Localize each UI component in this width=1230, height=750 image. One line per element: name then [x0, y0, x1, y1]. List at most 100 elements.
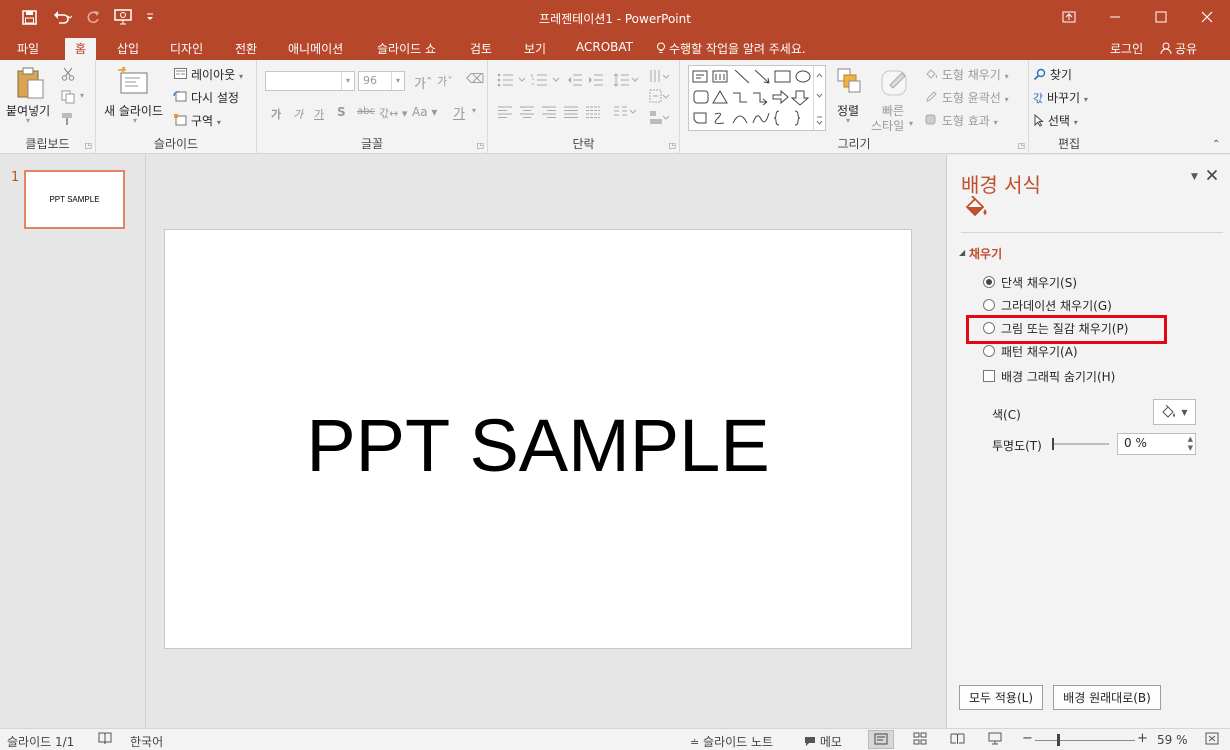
numbering-icon[interactable] [530, 72, 562, 88]
font-color-dropdown-icon[interactable]: ▾ [472, 106, 476, 115]
spell-check-icon[interactable] [98, 732, 112, 748]
reset-button[interactable]: 다시 설정 [191, 89, 239, 106]
font-name-combo[interactable]: ▾ [265, 71, 355, 91]
tab-acrobat[interactable]: ACROBAT [576, 40, 633, 54]
select-button[interactable]: 선택 ▾ [1033, 112, 1078, 129]
section-button[interactable]: 구역 ▾ [191, 112, 221, 129]
fill-section-header[interactable]: ◢ 채우기 [959, 245, 1002, 262]
gradient-fill-radio[interactable] [983, 299, 995, 311]
italic-icon[interactable]: 가 [293, 106, 303, 122]
font-size-combo[interactable]: 96 ▾ [358, 71, 405, 91]
ribbon-display-icon[interactable] [1058, 6, 1080, 28]
shape-fill-button[interactable]: 도형 채우기 ▾ [925, 66, 1009, 83]
slide[interactable]: PPT SAMPLE [164, 229, 912, 649]
shadow-icon[interactable]: S [337, 105, 346, 119]
apply-all-button[interactable]: 모두 적용(L) [959, 685, 1043, 710]
shapes-gallery[interactable] [688, 65, 826, 131]
color-picker-button[interactable]: ▼ [1153, 399, 1196, 425]
transparency-input[interactable]: 0 % ▲ ▼ [1117, 433, 1196, 455]
strikethrough-icon[interactable]: abc [357, 106, 375, 117]
cut-icon[interactable] [60, 66, 76, 82]
change-case-icon[interactable]: Aa ▾ [412, 105, 437, 119]
dialog-launcher-icon[interactable]: ◳ [476, 141, 484, 150]
bold-icon[interactable]: 가 [271, 106, 281, 122]
align-center-icon[interactable] [518, 104, 536, 120]
zoom-in-icon[interactable]: + [1137, 731, 1148, 746]
zoom-out-icon[interactable]: − [1022, 731, 1033, 746]
smartart-icon[interactable] [648, 109, 674, 127]
slide-sorter-icon[interactable] [913, 732, 927, 748]
tab-home[interactable]: 홈 [65, 38, 97, 60]
underline-icon[interactable]: 가 [314, 106, 324, 122]
chevron-down-icon[interactable]: ▾ [341, 72, 354, 90]
fit-to-window-icon[interactable] [1205, 732, 1219, 748]
zoom-level[interactable]: 59 % [1157, 733, 1188, 747]
format-painter-icon[interactable] [60, 111, 76, 127]
zoom-slider[interactable] [1035, 740, 1135, 741]
copy-icon[interactable] [60, 89, 76, 105]
font-color-icon[interactable]: 가 [453, 103, 465, 122]
align-text-icon[interactable] [648, 88, 674, 106]
solid-fill-radio[interactable] [983, 276, 995, 288]
reset-background-button[interactable]: 배경 원래대로(B) [1053, 685, 1161, 710]
replace-button[interactable]: 갃 바꾸기 ▾ [1033, 89, 1088, 106]
line-spacing-icon[interactable] [612, 72, 640, 88]
transparency-slider[interactable] [1052, 438, 1109, 450]
columns-icon[interactable] [612, 104, 638, 120]
chevron-down-icon[interactable]: ▾ [391, 72, 404, 90]
collapse-ribbon-icon[interactable]: ⌃ [1212, 139, 1220, 150]
decrease-indent-icon[interactable] [566, 72, 584, 88]
quick-styles-label-2[interactable]: 스타일 [871, 117, 904, 134]
clear-format-icon[interactable]: ⌫ [466, 72, 484, 87]
minimize-icon[interactable] [1104, 6, 1126, 28]
layout-button[interactable]: 레이아웃 ▾ [191, 66, 243, 83]
slideshow-view-icon[interactable] [988, 732, 1002, 748]
fill-bucket-icon[interactable] [964, 195, 990, 223]
arrange-icon[interactable] [835, 66, 863, 96]
char-spacing-icon[interactable]: 갃↔ ▾ [379, 105, 407, 121]
grow-font-icon[interactable]: 가ˆ [414, 73, 432, 92]
shape-outline-button[interactable]: 도형 윤곽선 ▾ [925, 89, 1009, 106]
normal-view-icon[interactable] [868, 730, 894, 749]
slide-title-text[interactable]: PPT SAMPLE [306, 403, 769, 488]
language-indicator[interactable]: 한국어 [130, 733, 163, 750]
reading-view-icon[interactable] [950, 732, 965, 748]
pane-options-icon[interactable]: ▼ [1191, 172, 1198, 182]
shrink-font-icon[interactable]: 가ˇ [437, 73, 453, 89]
share-button[interactable]: 공유 [1160, 40, 1197, 57]
find-button[interactable]: 찾기 [1033, 66, 1072, 83]
tab-view[interactable]: 보기 [524, 40, 546, 57]
paste-icon[interactable] [14, 66, 46, 100]
gradient-fill-option[interactable]: 그라데이션 채우기(G) [983, 296, 1112, 314]
sign-in-link[interactable]: 로그인 [1110, 40, 1143, 57]
shape-effects-button[interactable]: 도형 효과 ▾ [925, 112, 998, 129]
comments-button[interactable]: 메모 [804, 733, 842, 750]
align-right-icon[interactable] [540, 104, 558, 120]
new-slide-icon[interactable] [118, 66, 150, 98]
quick-styles-icon[interactable] [879, 66, 911, 98]
hide-graphics-option[interactable]: 배경 그래픽 숨기기(H) [983, 367, 1115, 385]
notes-button[interactable]: ≐ 슬라이드 노트 [690, 733, 773, 750]
tab-insert[interactable]: 삽입 [117, 40, 139, 57]
arrange-dropdown-icon[interactable]: ▾ [846, 116, 850, 125]
tab-review[interactable]: 검토 [470, 40, 492, 57]
paste-dropdown-icon[interactable]: ▾ [26, 116, 30, 125]
maximize-icon[interactable] [1150, 6, 1172, 28]
new-slide-dropdown-icon[interactable]: ▾ [133, 116, 137, 125]
spinner-arrows-icon[interactable]: ▲ ▼ [1188, 435, 1193, 453]
distributed-icon[interactable] [584, 104, 602, 120]
hide-graphics-checkbox[interactable] [983, 370, 995, 382]
dialog-launcher-icon[interactable]: ◳ [668, 141, 676, 150]
gallery-scroll[interactable] [813, 66, 825, 130]
tab-animations[interactable]: 애니메이션 [288, 40, 343, 57]
pattern-fill-radio[interactable] [983, 345, 995, 357]
tab-transitions[interactable]: 전환 [235, 40, 257, 57]
pane-close-icon[interactable] [1206, 169, 1218, 185]
copy-dropdown-icon[interactable]: ▾ [80, 91, 84, 100]
zoom-slider-handle[interactable] [1057, 734, 1060, 746]
dialog-launcher-icon[interactable]: ◳ [1017, 141, 1025, 150]
increase-indent-icon[interactable] [587, 72, 605, 88]
tab-slideshow[interactable]: 슬라이드 쇼 [377, 40, 436, 57]
tab-design[interactable]: 디자인 [170, 40, 203, 57]
slide-thumbnail[interactable]: PPT SAMPLE [24, 170, 125, 229]
